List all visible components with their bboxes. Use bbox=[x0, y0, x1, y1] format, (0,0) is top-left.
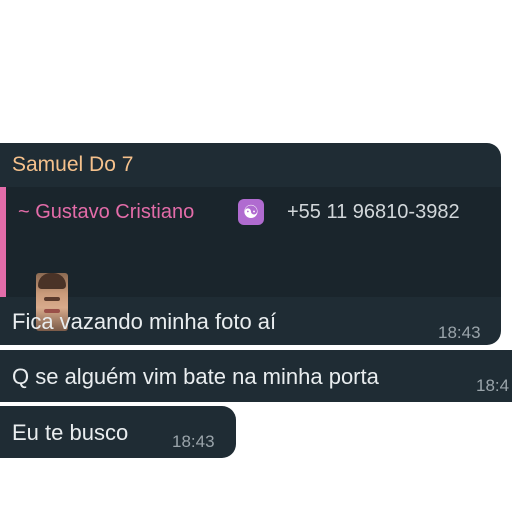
message-text: Q se alguém vim bate na minha porta bbox=[12, 364, 379, 389]
message-text: Fica vazando minha foto aí bbox=[12, 309, 277, 334]
yin-yang-icon: ☯ bbox=[238, 199, 264, 225]
sender-name[interactable]: Samuel Do 7 bbox=[12, 153, 133, 177]
message-time: 18:43 bbox=[172, 432, 215, 451]
message-bubble[interactable]: Q se alguém vim bate na minha porta 18:4 bbox=[0, 350, 512, 402]
message-time: 18:43 bbox=[438, 323, 481, 342]
quoted-author: ~ Gustavo Cristiano bbox=[18, 201, 195, 223]
message-bubble[interactable]: Samuel Do 7 ~ Gustavo Cristiano ☯ +55 11… bbox=[0, 143, 501, 345]
message-text: Eu te busco bbox=[12, 420, 129, 445]
quoted-phone: +55 11 96810-3982 bbox=[287, 201, 460, 223]
message-bubble[interactable]: Eu te busco 18:43 bbox=[0, 406, 236, 458]
quote-accent-bar bbox=[0, 187, 6, 297]
message-time: 18:4 bbox=[476, 376, 510, 395]
quoted-message[interactable]: ~ Gustavo Cristiano ☯ +55 11 96810-3982 bbox=[0, 187, 501, 331]
